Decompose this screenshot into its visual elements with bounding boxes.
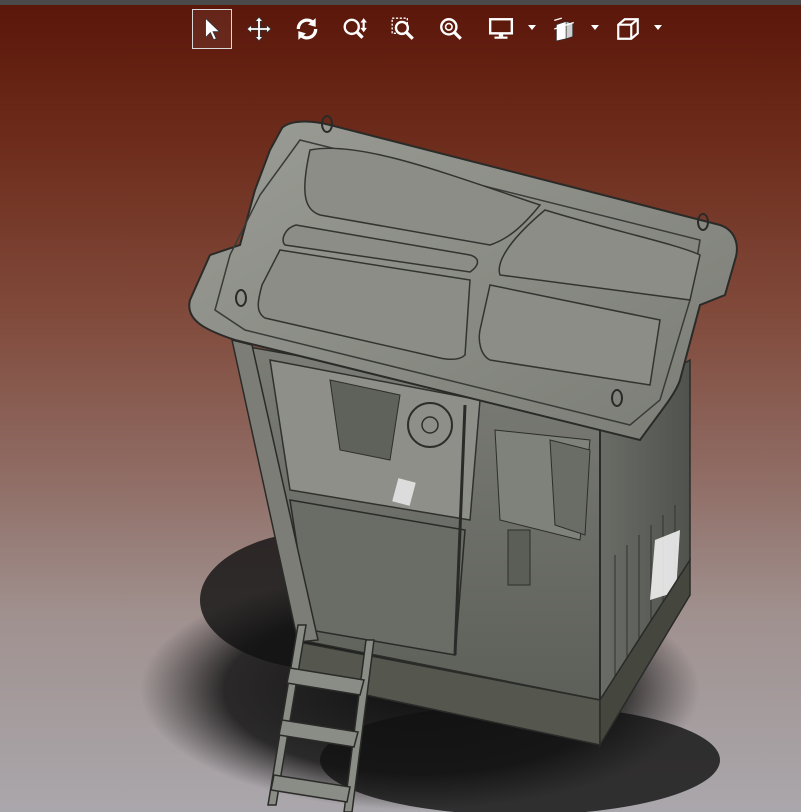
cab-3d-model[interactable] <box>0 0 801 812</box>
section-view-dropdown[interactable] <box>590 23 600 33</box>
rotate-icon <box>296 18 318 40</box>
display-style-button[interactable] <box>481 9 521 49</box>
zoom-fit-icon <box>440 18 462 40</box>
rotate-tool-button[interactable] <box>287 9 327 49</box>
display-style-dropdown[interactable] <box>527 23 537 33</box>
pan-move-icon <box>246 16 272 42</box>
section-view-icon <box>554 17 574 42</box>
chevron-down-icon <box>654 25 662 30</box>
monitor-icon <box>488 18 514 39</box>
chevron-down-icon <box>528 25 536 30</box>
graphics-viewport[interactable] <box>0 0 801 812</box>
pan-tool-button[interactable] <box>239 9 279 49</box>
zoom-to-area-button[interactable] <box>383 9 423 49</box>
view-orientation-button[interactable] <box>608 9 648 49</box>
zoom-area-icon <box>391 17 414 40</box>
zoom-in-out-button[interactable] <box>335 9 375 49</box>
select-tool-button[interactable] <box>192 9 232 49</box>
chevron-down-icon <box>591 25 599 30</box>
zoom-in-out-icon <box>343 18 367 39</box>
view-orientation-dropdown[interactable] <box>653 23 663 33</box>
select-arrow-icon <box>205 17 221 41</box>
cube-view-icon <box>617 18 639 40</box>
section-view-button[interactable] <box>544 9 584 49</box>
zoom-to-fit-button[interactable] <box>431 9 471 49</box>
